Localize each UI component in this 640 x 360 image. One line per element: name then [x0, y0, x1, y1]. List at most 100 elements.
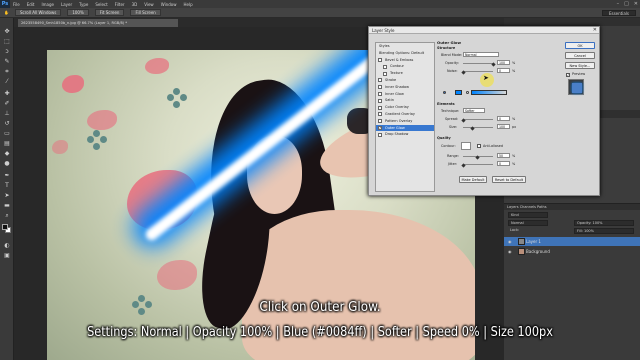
solid-color-radio[interactable] — [443, 91, 446, 94]
fit-screen-button[interactable]: Fit Screen — [94, 9, 125, 16]
clone-stamp-tool-icon[interactable]: ⊥ — [3, 110, 11, 117]
opacity-slider[interactable] — [463, 63, 493, 65]
layer-filter-kind[interactable]: Kind — [508, 212, 548, 218]
zoom-tool-icon[interactable]: ⌕ — [3, 212, 11, 219]
noise-slider-knob[interactable] — [461, 70, 466, 75]
ok-button[interactable]: OK — [565, 42, 595, 49]
scroll-all-windows-checkbox[interactable]: Scroll All Windows — [14, 9, 62, 16]
layer-fill[interactable]: Fill: 100% — [574, 228, 634, 234]
style-item-gradient-overlay[interactable]: Gradient Overlay — [376, 111, 434, 118]
range-slider-knob[interactable] — [475, 155, 480, 160]
new-style-button[interactable]: New Style... — [565, 62, 595, 69]
technique-select[interactable]: Softer — [463, 108, 485, 113]
checkbox[interactable] — [383, 71, 387, 76]
marquee-tool-icon[interactable]: ⬚ — [3, 38, 11, 45]
layer-opacity[interactable]: Opacity: 100% — [574, 220, 634, 226]
jitter-slider[interactable] — [463, 164, 493, 166]
style-item-contour[interactable]: Contour — [376, 63, 434, 70]
style-item-drop-shadow[interactable]: Drop Shadow — [376, 131, 434, 138]
size-input[interactable]: 100 — [497, 124, 510, 129]
styles-header[interactable]: Styles — [376, 43, 434, 50]
size-slider-knob[interactable] — [470, 126, 475, 131]
menu-file[interactable]: File — [13, 2, 20, 7]
style-item-bevel-emboss[interactable]: Bevel & Emboss — [376, 57, 434, 64]
move-tool-icon[interactable]: ✥ — [3, 28, 11, 35]
checkbox[interactable] — [378, 92, 382, 97]
fill-screen-button[interactable]: Fill Screen — [130, 9, 161, 16]
maximize-icon[interactable]: □ — [624, 1, 629, 7]
checkbox[interactable] — [378, 105, 382, 110]
cancel-button[interactable]: Cancel — [565, 52, 595, 59]
checkbox[interactable] — [378, 112, 382, 117]
checkbox[interactable]: ✓ — [378, 126, 382, 131]
layer-row[interactable]: ◉ Background — [504, 247, 640, 256]
gradient-tool-icon[interactable]: ▤ — [3, 140, 11, 147]
document-tab[interactable]: 2623558490_Smh1850b_n.jpg @ 66.7% (Layer… — [18, 19, 178, 27]
menu-window[interactable]: Window — [161, 2, 177, 7]
eye-icon[interactable]: ◉ — [508, 239, 512, 244]
checkbox[interactable] — [378, 58, 382, 63]
type-tool-icon[interactable]: T — [3, 182, 11, 189]
path-select-tool-icon[interactable]: ➤ — [3, 192, 11, 199]
anti-aliased-checkbox[interactable] — [477, 144, 481, 148]
noise-input[interactable]: 0 — [497, 68, 510, 73]
size-slider[interactable] — [463, 127, 493, 129]
foreground-color-swatch[interactable] — [2, 224, 8, 230]
style-item-texture[interactable]: Texture — [376, 70, 434, 77]
dialog-title-bar[interactable]: Layer Style ✕ — [369, 27, 599, 34]
checkbox[interactable] — [378, 119, 382, 124]
checkbox[interactable] — [378, 132, 382, 137]
layer-blend-mode[interactable]: Normal — [508, 220, 548, 226]
glow-color-swatch[interactable] — [455, 90, 462, 95]
menu-type[interactable]: Type — [79, 2, 88, 7]
opacity-slider-knob[interactable] — [491, 62, 496, 67]
eyedropper-tool-icon[interactable]: ⁄ — [3, 78, 11, 85]
menu-layer[interactable]: Layer — [61, 2, 72, 7]
spread-slider-knob[interactable] — [461, 118, 466, 123]
gradient-radio[interactable] — [466, 91, 469, 94]
eraser-tool-icon[interactable]: ▭ — [3, 130, 11, 137]
menu-filter[interactable]: Filter — [115, 2, 125, 7]
menu-help[interactable]: Help — [183, 2, 192, 7]
pen-tool-icon[interactable]: ✒ — [3, 172, 11, 179]
brush-tool-icon[interactable]: ✐ — [3, 100, 11, 107]
menu-select[interactable]: Select — [95, 2, 107, 7]
range-input[interactable]: 50 — [497, 153, 510, 158]
make-default-button[interactable]: Make Default — [459, 176, 487, 183]
checkbox[interactable] — [378, 98, 382, 103]
style-item-stroke[interactable]: Stroke — [376, 77, 434, 84]
contour-picker[interactable] — [461, 142, 471, 150]
menu-edit[interactable]: Edit — [27, 2, 35, 7]
menu-image[interactable]: Image — [41, 2, 54, 7]
reset-default-button[interactable]: Reset to Default — [492, 176, 526, 183]
screen-mode-icon[interactable]: ▣ — [3, 252, 11, 259]
noise-slider[interactable] — [463, 71, 493, 73]
blend-mode-select[interactable]: Normal — [463, 52, 499, 57]
opacity-input[interactable]: 100 — [497, 60, 510, 65]
preview-checkbox[interactable]: ✓ — [566, 73, 570, 77]
checkbox[interactable] — [383, 64, 387, 69]
close-icon[interactable]: ✕ — [593, 27, 597, 34]
jitter-slider-knob[interactable] — [461, 163, 466, 168]
jitter-input[interactable]: 0 — [497, 161, 510, 166]
style-item-pattern-overlay[interactable]: Pattern Overlay — [376, 118, 434, 125]
dodge-tool-icon[interactable]: ● — [3, 160, 11, 167]
blur-tool-icon[interactable]: ◆ — [3, 150, 11, 157]
style-item-outer-glow[interactable]: ✓ Outer Glow — [376, 124, 434, 132]
style-item-inner-glow[interactable]: Inner Glow — [376, 91, 434, 98]
healing-brush-tool-icon[interactable]: ✚ — [3, 90, 11, 97]
crop-tool-icon[interactable]: ⌗ — [3, 68, 11, 75]
checkbox[interactable] — [378, 78, 382, 83]
spread-slider[interactable] — [463, 119, 493, 121]
workspace-select[interactable]: Essentials — [601, 10, 636, 16]
zoom-100-button[interactable]: 100% — [67, 9, 89, 16]
quick-select-tool-icon[interactable]: ✎ — [3, 58, 11, 65]
blending-options-item[interactable]: Blending Options: Default — [376, 50, 434, 57]
spread-input[interactable]: 0 — [497, 116, 510, 121]
history-brush-tool-icon[interactable]: ↺ — [3, 120, 11, 127]
layers-tabs[interactable]: Layers Channels Paths — [504, 204, 640, 210]
glow-gradient-picker[interactable] — [471, 90, 507, 95]
minimize-icon[interactable]: – — [617, 1, 620, 7]
close-icon[interactable]: ✕ — [634, 1, 638, 7]
checkbox[interactable] — [378, 85, 382, 90]
